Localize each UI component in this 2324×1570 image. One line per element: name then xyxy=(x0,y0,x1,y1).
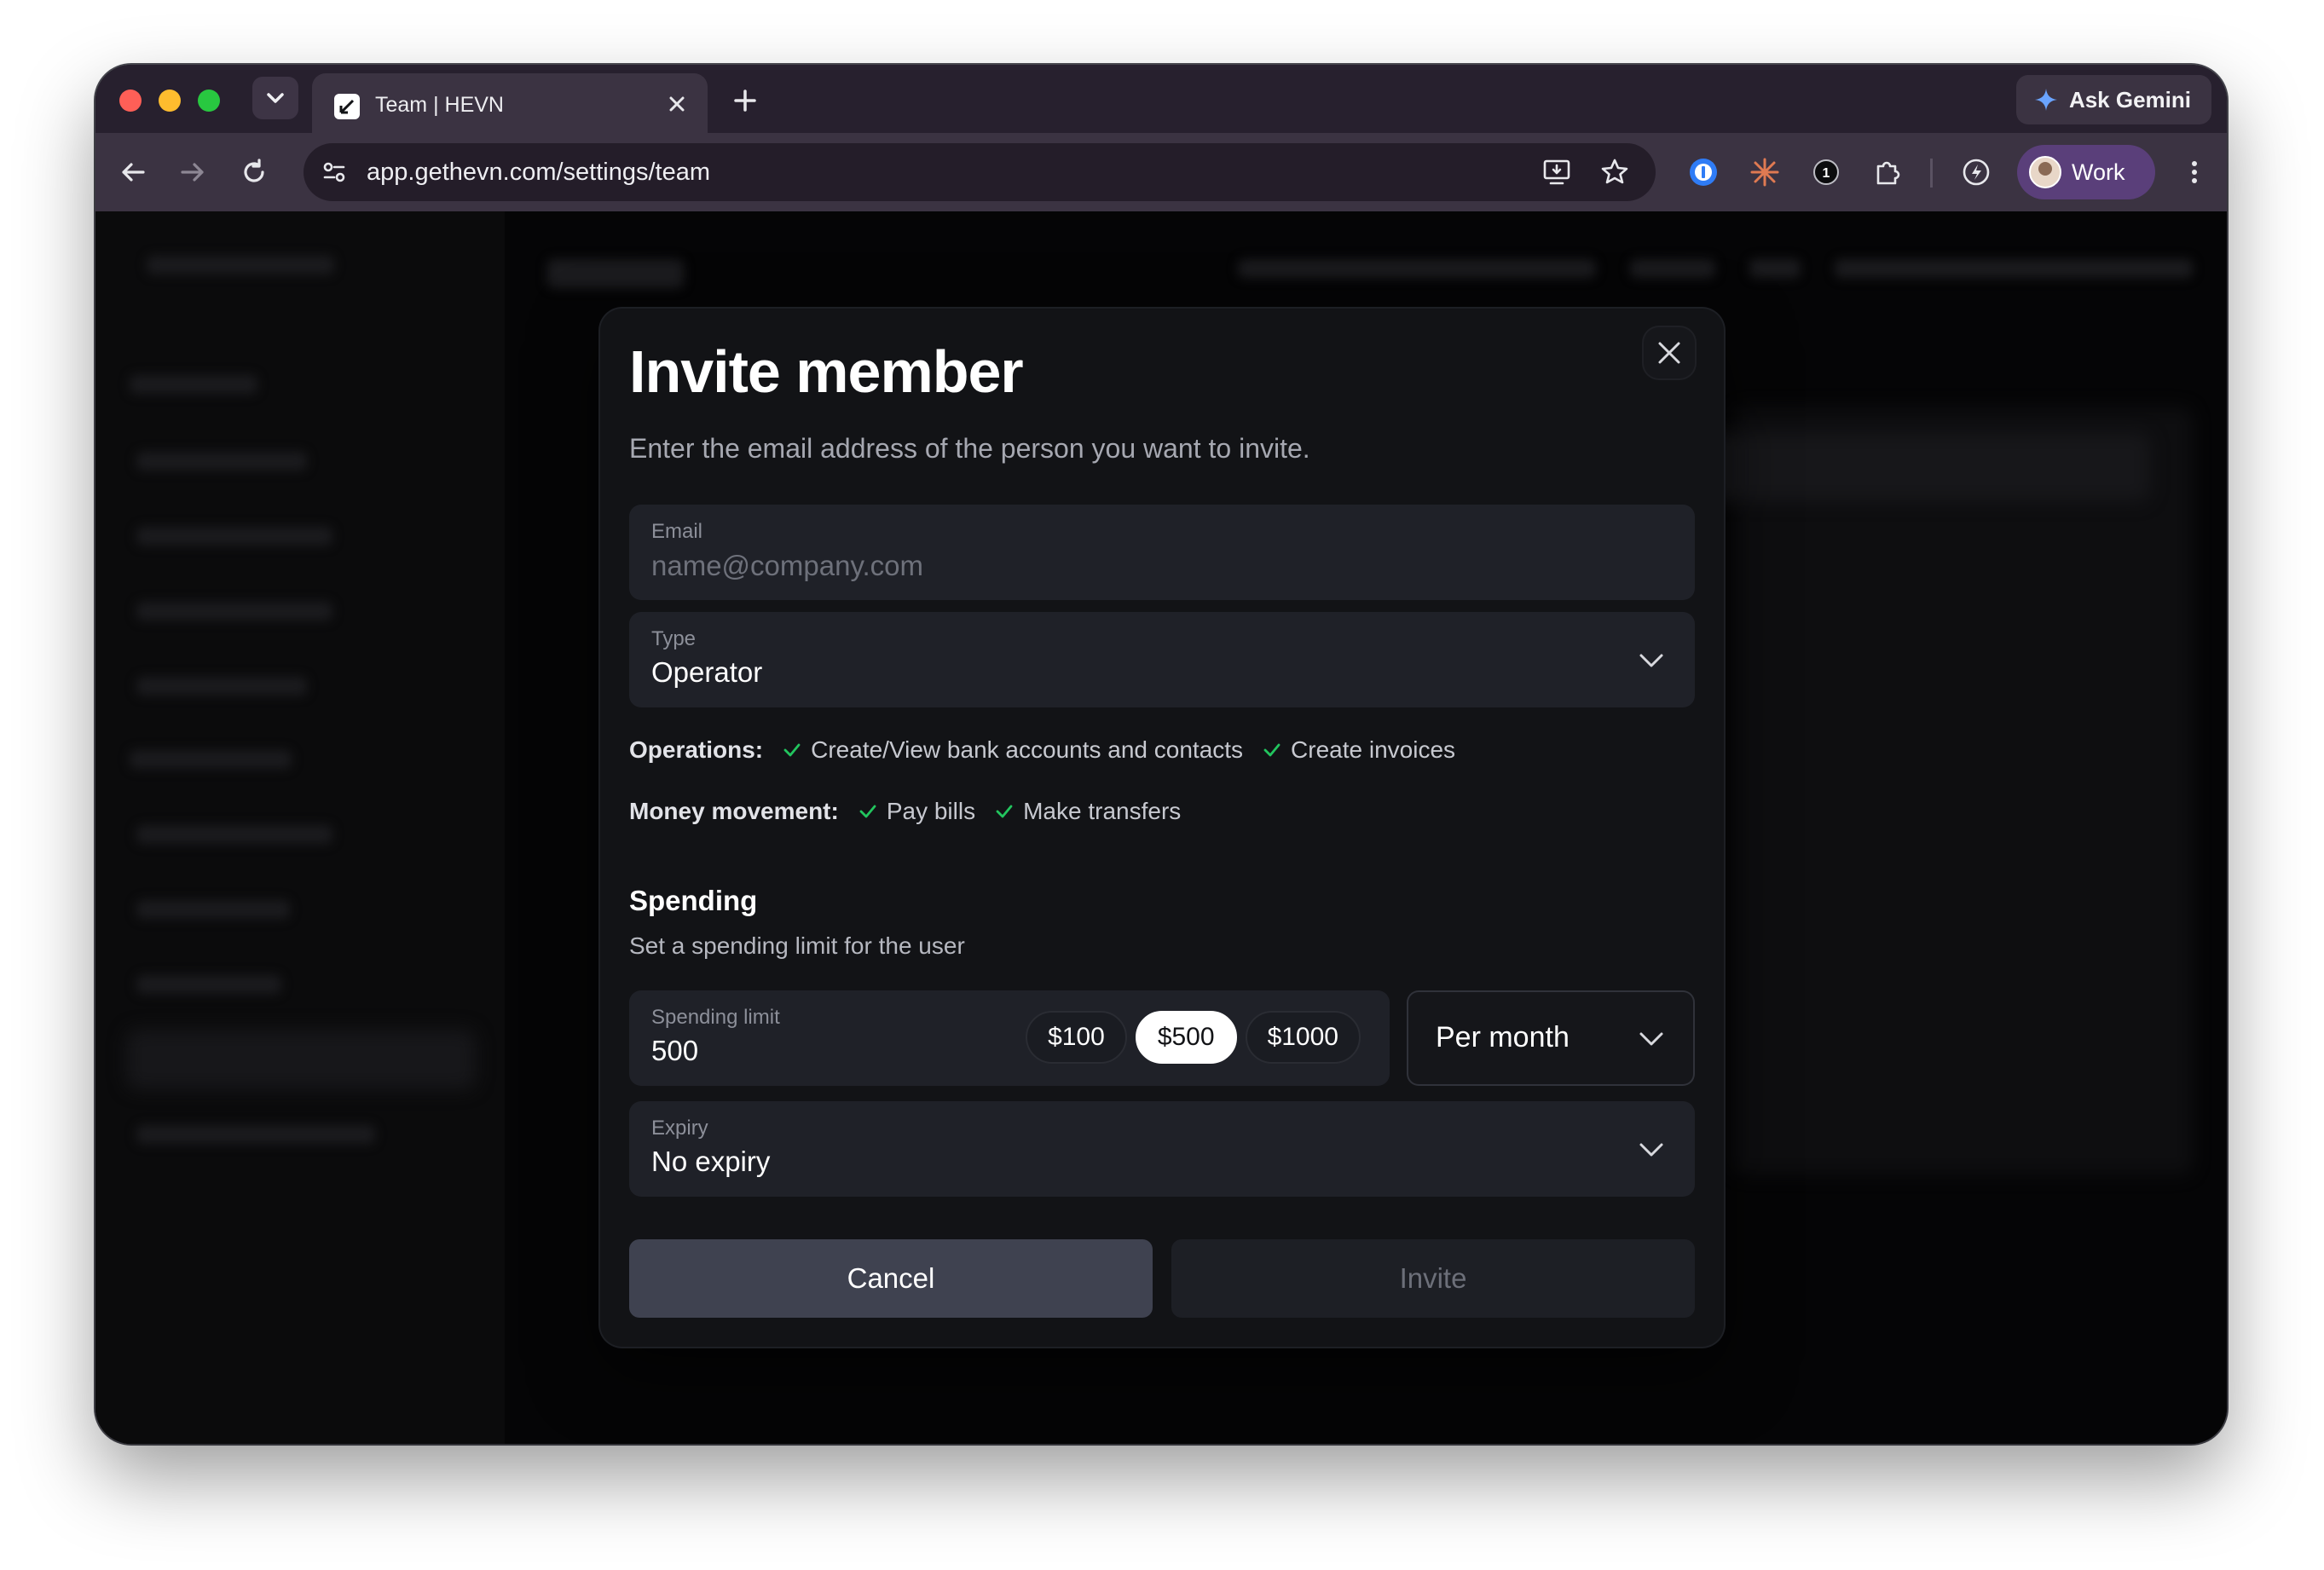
forward-arrow-icon[interactable] xyxy=(174,153,211,191)
invite-member-dialog: Invite member Enter the email address of… xyxy=(600,309,1724,1347)
operations-row: Operations: Create/View bank accounts an… xyxy=(629,736,1466,764)
spending-limit-value: 500 xyxy=(651,1035,699,1066)
ask-gemini-button[interactable]: Ask Gemini xyxy=(2015,75,2211,124)
chevron-down-icon xyxy=(1639,654,1663,667)
extensions-puzzle-icon[interactable] xyxy=(1867,152,1908,193)
chevron-down-icon xyxy=(267,93,284,103)
permission-item: Create invoices xyxy=(1262,736,1455,764)
ask-gemini-label: Ask Gemini xyxy=(2068,86,2191,113)
browser-window: Team | HEVN Ask Gemini app.gethevn.com/s… xyxy=(95,65,2227,1444)
email-field[interactable]: Email xyxy=(629,505,1695,600)
permission-label: Make transfers xyxy=(1023,798,1182,824)
site-settings-icon[interactable] xyxy=(319,157,350,188)
bookmark-star-icon[interactable] xyxy=(1599,157,1630,188)
gemini-sparkle-icon xyxy=(2034,89,2057,111)
url-text: app.gethevn.com/settings/team xyxy=(367,159,711,186)
money-movement-row: Money movement: Pay bills Make transfers xyxy=(629,798,1191,825)
expiry-label: Expiry xyxy=(651,1117,708,1140)
email-label: Email xyxy=(651,520,703,543)
spending-section-title: Spending xyxy=(629,885,758,916)
dialog-title: Invite member xyxy=(629,338,1024,405)
check-icon xyxy=(783,743,801,757)
tab-strip: Team | HEVN Ask Gemini xyxy=(95,65,2227,133)
hevn-favicon-icon xyxy=(334,94,360,119)
maximize-window-button[interactable] xyxy=(198,89,220,112)
operations-label: Operations: xyxy=(629,736,764,763)
spending-section-subtitle: Set a spending limit for the user xyxy=(629,932,965,959)
chevron-down-icon xyxy=(1639,1032,1663,1046)
performance-bolt-icon[interactable] xyxy=(1956,152,1997,193)
reload-icon[interactable] xyxy=(235,153,273,191)
type-value: Operator xyxy=(651,656,763,688)
badge-extension-icon[interactable]: 1 xyxy=(1806,152,1847,193)
preset-1000-button[interactable]: $1000 xyxy=(1245,1011,1361,1064)
period-select[interactable]: Per month xyxy=(1407,990,1695,1086)
profile-button[interactable]: Work xyxy=(2017,145,2155,199)
more-vertical-icon[interactable] xyxy=(2177,155,2211,189)
check-icon xyxy=(996,805,1013,818)
permission-label: Create invoices xyxy=(1291,736,1456,763)
spending-preset-group: $100 $500 $1000 xyxy=(1026,1011,1361,1064)
permission-item: Make transfers xyxy=(994,798,1181,825)
toolbar: app.gethevn.com/settings/team 1 Work xyxy=(95,133,2227,211)
check-icon xyxy=(1263,743,1281,757)
email-input[interactable] xyxy=(651,547,1657,585)
avatar xyxy=(2029,156,2061,188)
address-bar[interactable]: app.gethevn.com/settings/team xyxy=(304,143,1656,201)
period-value: Per month xyxy=(1436,1021,1570,1053)
close-dialog-button[interactable] xyxy=(1644,327,1695,378)
svg-text:1: 1 xyxy=(1823,166,1830,181)
close-tab-icon[interactable] xyxy=(665,92,689,116)
install-app-icon[interactable] xyxy=(1541,157,1574,188)
tab-team-hevn[interactable]: Team | HEVN xyxy=(312,73,708,133)
cancel-button[interactable]: Cancel xyxy=(629,1239,1153,1318)
type-label: Type xyxy=(651,627,697,650)
preset-500-button[interactable]: $500 xyxy=(1135,1011,1237,1064)
tab-search-button[interactable] xyxy=(252,77,298,119)
permission-item: Pay bills xyxy=(858,798,975,825)
money-movement-label: Money movement: xyxy=(629,798,839,824)
new-tab-icon[interactable] xyxy=(726,82,764,119)
spending-limit-label: Spending limit xyxy=(651,1006,780,1029)
close-window-button[interactable] xyxy=(119,89,142,112)
type-select[interactable]: Type Operator xyxy=(629,612,1695,707)
expiry-value: No expiry xyxy=(651,1146,771,1177)
close-icon xyxy=(1658,342,1680,364)
invite-button[interactable]: Invite xyxy=(1171,1239,1695,1318)
tab-title: Team | HEVN xyxy=(375,93,504,117)
password-manager-icon[interactable] xyxy=(1683,152,1724,193)
permission-label: Create/View bank accounts and contacts xyxy=(811,736,1244,763)
back-arrow-icon[interactable] xyxy=(114,153,152,191)
chevron-down-icon xyxy=(1639,1143,1663,1157)
page-backdrop: Invite member Enter the email address of… xyxy=(95,211,2227,1444)
expiry-select[interactable]: Expiry No expiry xyxy=(629,1101,1695,1197)
toolbar-divider xyxy=(1930,159,1933,188)
spending-limit-field[interactable]: Spending limit 500 $100 $500 $1000 xyxy=(629,990,1390,1086)
profile-label: Work xyxy=(2072,159,2125,185)
permission-item: Create/View bank accounts and contacts xyxy=(782,736,1243,764)
permission-label: Pay bills xyxy=(886,798,976,824)
check-icon xyxy=(859,805,876,818)
claude-extension-icon[interactable] xyxy=(1744,152,1785,193)
blurred-sidebar xyxy=(95,211,505,1444)
minimize-window-button[interactable] xyxy=(159,89,181,112)
preset-100-button[interactable]: $100 xyxy=(1026,1011,1127,1064)
dialog-subtitle: Enter the email address of the person yo… xyxy=(629,433,1310,464)
